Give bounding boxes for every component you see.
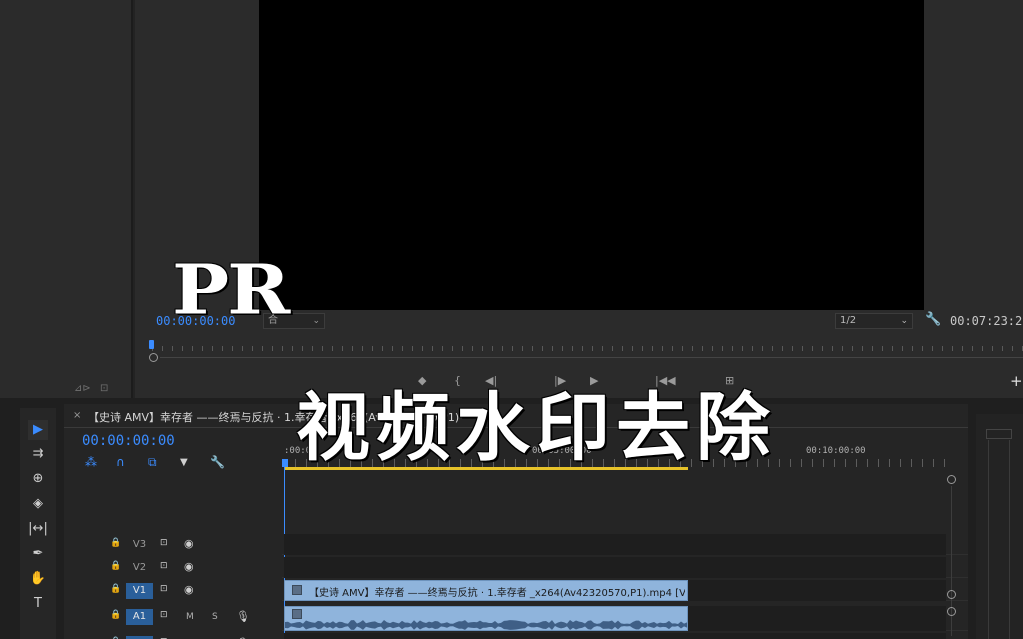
track-header: 🔒 V3 ⊡ ◉ (64, 534, 282, 555)
monitor-playhead[interactable] (149, 340, 154, 349)
fx-badge-icon (292, 609, 302, 619)
monitor-timecode[interactable]: 00:00:00:00 (156, 314, 235, 328)
add-marker-icon[interactable]: ◆ (418, 374, 426, 387)
ruler-time-label: 00:10:00:00 (806, 446, 866, 456)
go-to-in-icon[interactable]: ◀| (485, 374, 497, 387)
mute-button[interactable]: M (186, 612, 194, 622)
ruler-time-label: :00:00 (284, 446, 317, 456)
tools-panel: ▶ ⇉ ⊕ ◈ |↔| ✒ ✋ T (20, 408, 56, 639)
track-header: 🔒 A2 ⊡ M S 🎙 (64, 633, 282, 639)
step-forward-icon[interactable]: |▶ (554, 374, 566, 387)
video-clip[interactable]: 【史诗 AMV】幸存者 ——终焉与反抗 · 1.幸存者 _x264(Av4232… (284, 580, 688, 601)
wrench-icon[interactable]: 🔧 (925, 312, 941, 327)
timeline-playhead[interactable] (282, 459, 288, 467)
timeline-panel: × 【史诗 AMV】幸存者 ——终焉与反抗 · 1.幸存者 _x264(Av42… (64, 404, 968, 639)
sync-lock-icon[interactable]: ⊡ (160, 584, 168, 594)
sync-lock-icon[interactable]: ⊡ (160, 561, 168, 571)
fx-badge-icon (292, 585, 302, 595)
eye-icon[interactable]: ◉ (184, 560, 194, 573)
track-header: 🔒 V2 ⊡ ◉ (64, 557, 282, 578)
track-lane[interactable] (284, 534, 946, 555)
track-target-a1[interactable]: A1 (126, 609, 153, 625)
close-icon[interactable]: × (73, 410, 81, 421)
clip-label: 【史诗 AMV】幸存者 ——终焉与反抗 · 1.幸存者 _x264(Av4232… (309, 588, 685, 599)
track-target-v3[interactable]: V3 (126, 537, 153, 553)
hand-tool-icon[interactable]: ✋ (28, 569, 48, 589)
selection-tool-icon[interactable]: ▶ (28, 420, 48, 440)
track-header: 🔒 A1 ⊡ M S 🎙 (64, 606, 282, 631)
track-lane[interactable] (284, 633, 946, 639)
track-row: 🔒 V2 ⊡ ◉ (64, 557, 968, 578)
track-row: 🔒 V3 ⊡ ◉ (64, 534, 968, 555)
solo-button[interactable]: S (212, 612, 218, 622)
audio-meter (988, 440, 1010, 639)
lock-icon[interactable]: 🔒 (110, 538, 121, 548)
wrench-icon[interactable]: 🔧 (210, 455, 225, 469)
sync-lock-icon[interactable]: ⊡ (160, 538, 168, 548)
button-editor-icon[interactable]: + (1010, 372, 1023, 390)
ruler-ticks (284, 459, 951, 467)
microphone-icon[interactable]: 🎙 (236, 610, 250, 623)
tab-sequence[interactable]: 【史诗 AMV】幸存者 ——终焉与反抗 · 1.幸存者 _x264(Av4232… (88, 409, 459, 425)
razor-tool-icon[interactable]: ◈ (28, 494, 48, 514)
vertical-zoom-handle[interactable] (947, 475, 956, 484)
audio-waveform (285, 620, 687, 630)
compare-view-icon[interactable]: ⊞ (725, 374, 734, 387)
fit-select[interactable]: 合 ⌄ (263, 313, 325, 329)
chevron-down-icon: ⌄ (312, 316, 320, 326)
fit-value: 合 (268, 315, 278, 326)
tab-divider (64, 427, 968, 428)
eye-icon[interactable]: ◉ (184, 583, 194, 596)
track-lane[interactable] (284, 557, 946, 578)
marker-icon[interactable]: ▼ (180, 457, 188, 468)
audio-zoom-handle[interactable] (947, 607, 956, 616)
audio-clip[interactable] (284, 606, 688, 631)
zoom-scrollbar[interactable] (160, 357, 1023, 358)
lock-icon[interactable]: 🔒 (110, 561, 121, 571)
lock-icon[interactable]: 🔒 (110, 584, 121, 594)
project-panel: ⊿⊳ ⊡ (0, 0, 133, 398)
nest-icon[interactable]: ⁂ (85, 455, 97, 469)
monitor-duration: 00:07:23:25 (950, 314, 1023, 328)
resolution-value: 1/2 (840, 315, 857, 326)
track-target-v1[interactable]: V1 (126, 583, 153, 599)
lock-icon[interactable]: 🔒 (110, 610, 121, 620)
track-row: 🔒 A2 ⊡ M S 🎙 (64, 633, 968, 639)
video-zoom-handle[interactable] (947, 590, 956, 599)
chevron-down-icon: ⌄ (900, 316, 908, 326)
resolution-select[interactable]: 1/2 ⌄ (835, 313, 913, 329)
sync-lock-icon[interactable]: ⊡ (160, 610, 168, 620)
track-select-tool-icon[interactable]: ⇉ (28, 444, 48, 464)
pen-tool-icon[interactable]: ✒ (28, 544, 48, 564)
track-target-v2[interactable]: V2 (126, 560, 153, 576)
insert-icon[interactable]: ⊡ (100, 383, 108, 394)
work-area-bar[interactable] (284, 467, 688, 470)
meter-header (986, 429, 1012, 439)
mark-in-icon[interactable]: { (454, 374, 461, 387)
video-preview[interactable] (259, 0, 924, 310)
export-frame-icon[interactable]: ⊿⊳ (74, 383, 91, 394)
slip-tool-icon[interactable]: |↔| (28, 519, 48, 539)
monitor-time-ruler[interactable] (152, 342, 1023, 356)
linked-selection-icon[interactable]: ⧉ (148, 455, 157, 470)
snap-icon[interactable]: ∩ (116, 455, 125, 469)
audio-meter-panel (976, 414, 1023, 639)
lift-icon[interactable]: |◀◀ (655, 374, 676, 387)
ripple-edit-tool-icon[interactable]: ⊕ (28, 469, 48, 489)
program-monitor: 00:00:00:00 合 ⌄ 1/2 ⌄ 🔧 00:07:23:25 ◆ { … (135, 0, 1023, 398)
zoom-handle[interactable] (149, 353, 158, 362)
type-tool-icon[interactable]: T (28, 594, 48, 614)
play-icon[interactable]: ▶ (590, 374, 598, 387)
timeline-timecode[interactable]: 00:00:00:00 (82, 433, 175, 449)
ruler-time-label: 00:05:00:00 (532, 446, 592, 456)
track-header: 🔒 V1 ⊡ ◉ (64, 580, 282, 601)
eye-icon[interactable]: ◉ (184, 537, 194, 550)
